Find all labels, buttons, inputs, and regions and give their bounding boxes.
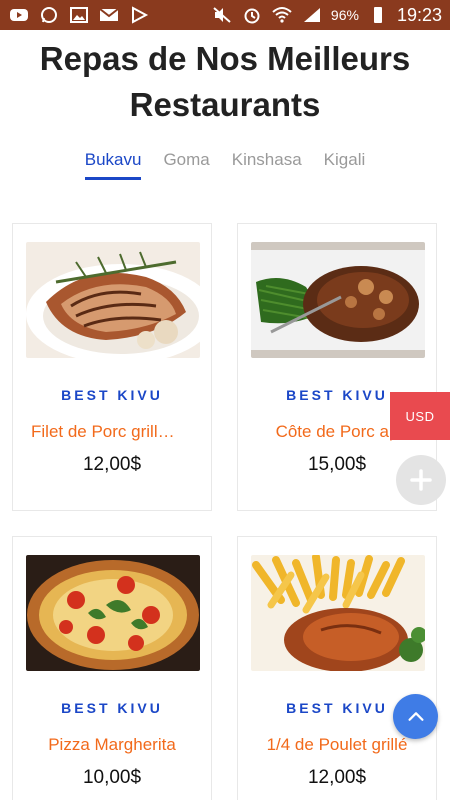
pizza-image[interactable] [26, 555, 200, 671]
battery-icon [367, 6, 389, 24]
product-name[interactable]: Filet de Porc grill… [31, 422, 211, 442]
product-card[interactable]: BEST KIVU Pizza Margherita 10,00$ [12, 536, 212, 800]
play-store-icon [128, 6, 150, 24]
gallery-icon [68, 6, 90, 24]
product-name[interactable]: Pizza Margherita [13, 735, 211, 755]
chevron-up-icon [407, 711, 424, 721]
whatsapp-icon [38, 6, 60, 24]
plus-icon [410, 469, 432, 491]
product-name[interactable]: 1/4 de Poulet grillé [238, 735, 436, 755]
pork-chop-image[interactable] [251, 242, 425, 358]
alarm-icon [241, 6, 263, 24]
page-title-line1: Repas de Nos Meilleurs [39, 40, 411, 77]
city-tabs: Bukavu Goma Kinshasa Kigali [0, 150, 450, 180]
tab-kigali[interactable]: Kigali [324, 150, 366, 180]
battery-percentage: 96% [330, 7, 359, 23]
status-bar: 96% 19:23 [0, 0, 450, 30]
tab-kinshasa[interactable]: Kinshasa [232, 150, 302, 180]
clock: 19:23 [396, 4, 442, 25]
restaurant-name: BEST KIVU [61, 700, 163, 716]
tab-goma[interactable]: Goma [163, 150, 209, 180]
page-title: Repas de Nos Meilleurs Restaurants [0, 36, 450, 128]
signal-icon [301, 6, 323, 24]
product-price: 12,00$ [307, 767, 367, 788]
add-button[interactable] [396, 455, 446, 505]
currency-switcher[interactable]: USD [390, 392, 450, 440]
chicken-fries-image[interactable] [251, 555, 425, 671]
tab-bukavu[interactable]: Bukavu [84, 150, 141, 180]
scroll-to-top-button[interactable] [393, 694, 438, 739]
product-card[interactable]: BEST KIVU Filet de Porc grill… 12,00$ [12, 223, 212, 511]
wifi-icon [271, 6, 293, 24]
product-card[interactable]: BEST KIVU 1/4 de Poulet grillé 12,00$ [237, 536, 437, 800]
product-price: 12,00$ [82, 454, 142, 475]
page-title-line2: Restaurants [129, 86, 321, 123]
youtube-icon [8, 6, 30, 24]
gmail-icon [98, 6, 120, 24]
mute-icon [211, 6, 233, 24]
product-price: 10,00$ [82, 767, 142, 788]
restaurant-name: BEST KIVU [61, 387, 163, 403]
grilled-pork-fillet-image[interactable] [26, 242, 200, 358]
